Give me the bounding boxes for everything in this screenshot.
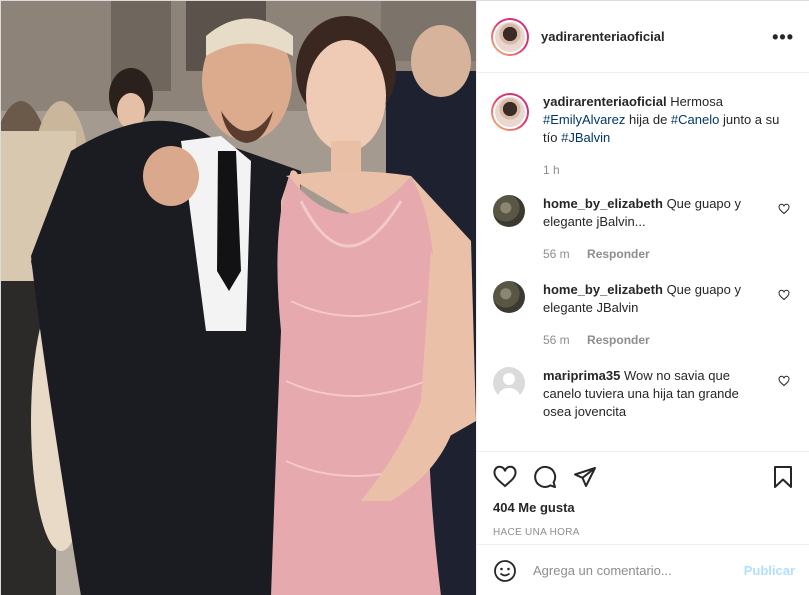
comment-username[interactable]: home_by_elizabeth — [543, 282, 663, 297]
emoji-smile-icon[interactable] — [493, 559, 517, 583]
comment-meta: 56 m Responder — [543, 331, 763, 349]
caption-username[interactable]: yadirarenteriaoficial — [543, 94, 667, 109]
comment-body: home_by_elizabeth Que guapo y elegante J… — [543, 281, 763, 349]
caption-text: yadirarenteriaoficial Hermosa #EmilyAlva… — [543, 93, 793, 147]
publish-button[interactable]: Publicar — [744, 563, 795, 578]
caption-text-2: hija de — [628, 112, 668, 127]
caption-author-avatar[interactable] — [491, 93, 529, 131]
action-icons — [493, 464, 795, 490]
likes-count[interactable]: 404 Me gusta — [493, 500, 795, 515]
commenter-avatar[interactable] — [493, 367, 525, 399]
comment-username[interactable]: mariprima35 — [543, 368, 620, 383]
author-avatar-inner — [493, 19, 527, 54]
caption-time: 1 h — [543, 163, 560, 177]
post-timestamp: HACE UNA HORA — [493, 527, 580, 538]
more-options-icon[interactable]: ••• — [772, 28, 794, 46]
caption-avatar-inner — [493, 95, 527, 129]
author-username[interactable]: yadirarenteriaoficial — [541, 29, 772, 44]
like-comment-heart-icon[interactable] — [778, 375, 790, 387]
author-avatar[interactable] — [491, 17, 529, 56]
comment-time: 56 m — [543, 333, 570, 347]
comments-section[interactable]: yadirarenteriaoficial Hermosa #EmilyAlva… — [477, 73, 809, 450]
commenter-avatar[interactable] — [493, 195, 525, 227]
comment-input[interactable] — [533, 563, 744, 578]
author-avatar-image — [495, 21, 525, 52]
post-header: yadirarenteriaoficial ••• — [477, 1, 809, 73]
comment-item: home_by_elizabeth Que guapo y elegante J… — [491, 281, 794, 349]
hashtag-canelo[interactable]: #Canelo — [671, 112, 719, 127]
comment-item: home_by_elizabeth Que guapo y elegante j… — [491, 195, 794, 263]
like-comment-heart-icon[interactable] — [778, 203, 790, 215]
comment-item: mariprima35 Wow no savia que canelo tuvi… — [491, 367, 794, 421]
caption-avatar-image — [495, 97, 525, 127]
like-comment-heart-icon[interactable] — [778, 289, 790, 301]
post-caption: yadirarenteriaoficial Hermosa #EmilyAlva… — [491, 93, 794, 147]
comment-meta: 56 m Responder — [543, 245, 763, 263]
reply-button[interactable]: Responder — [587, 247, 650, 261]
share-paper-plane-icon[interactable] — [573, 465, 597, 489]
caption-text-1: Hermosa — [670, 94, 723, 109]
post-actions: 404 Me gusta HACE UNA HORA — [477, 451, 809, 538]
post-photo[interactable] — [1, 1, 476, 595]
post-side-panel: yadirarenteriaoficial ••• yadirarenteria… — [476, 1, 809, 595]
comment-body: home_by_elizabeth Que guapo y elegante j… — [543, 195, 763, 263]
comment-username[interactable]: home_by_elizabeth — [543, 196, 663, 211]
add-comment-bar: Publicar — [477, 544, 809, 595]
post-photo-illustration — [1, 1, 476, 595]
hashtag-jbalvin[interactable]: #JBalvin — [561, 130, 610, 145]
comment-time: 56 m — [543, 247, 570, 261]
save-bookmark-icon[interactable] — [771, 465, 795, 489]
like-heart-icon[interactable] — [493, 465, 517, 489]
commenter-avatar[interactable] — [493, 281, 525, 313]
hashtag-emilyalvarez[interactable]: #EmilyAlvarez — [543, 112, 625, 127]
comment-bubble-icon[interactable] — [533, 465, 557, 489]
comment-body: mariprima35 Wow no savia que canelo tuvi… — [543, 367, 763, 421]
reply-button[interactable]: Responder — [587, 333, 650, 347]
instagram-post-window: yadirarenteriaoficial ••• yadirarenteria… — [0, 0, 809, 595]
